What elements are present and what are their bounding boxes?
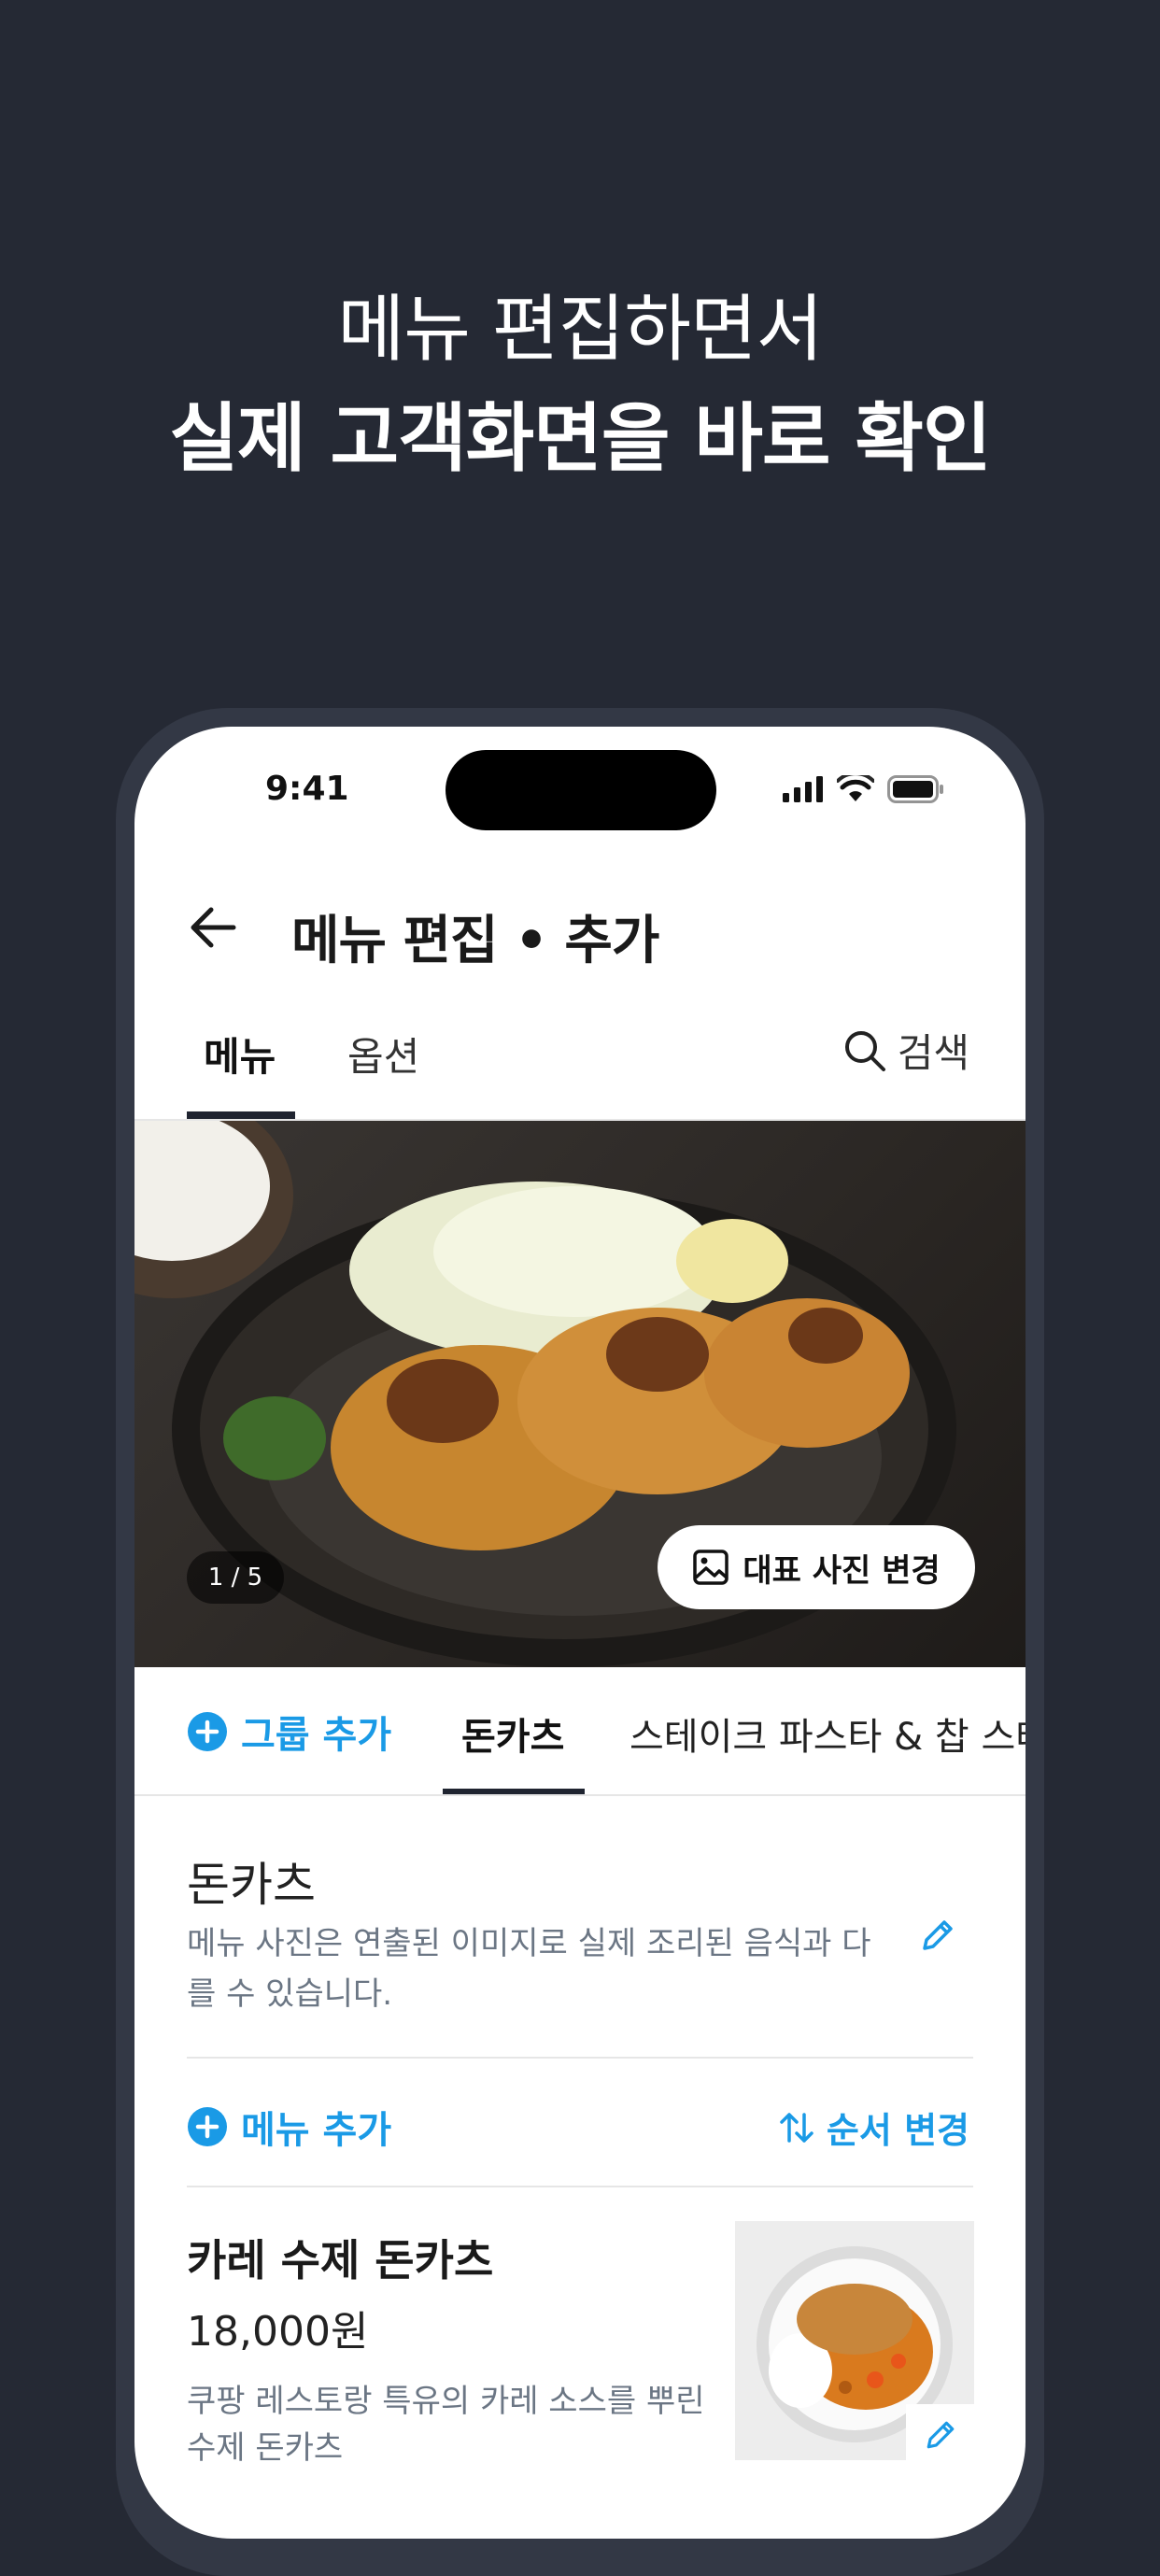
add-menu-button[interactable]: 메뉴 추가 — [187, 2100, 391, 2154]
sort-arrows-icon — [780, 2112, 813, 2143]
group-tab-steak-pasta[interactable]: 스테이크 파스타 & 찹 스테이크 — [630, 1706, 1026, 1761]
phone-screen: 9:41 메뉴 편집 • 추가 메뉴 옵션 검색 1 / 5 대표 사진 변경 … — [134, 727, 1026, 2539]
search-label: 검색 — [897, 1030, 969, 1076]
photo-counter: 1 / 5 — [187, 1551, 284, 1604]
group-tabs: 그룹 추가 돈카츠 스테이크 파스타 & 찹 스테이크 — [134, 1667, 1026, 1796]
active-group-indicator — [443, 1789, 585, 1794]
group-tab-donkatsu[interactable]: 돈카츠 — [461, 1706, 564, 1761]
change-photo-label: 대표 사진 변경 — [743, 1551, 941, 1590]
page-title: 메뉴 편집 • 추가 — [291, 911, 659, 971]
divider — [187, 2186, 973, 2187]
menu-item-description: 쿠팡 레스토랑 특유의 카레 소스를 뿌린 수제 돈카츠 — [187, 2383, 705, 2467]
active-tab-indicator — [187, 1111, 295, 1119]
search-button[interactable]: 검색 — [843, 1022, 969, 1079]
add-group-label: 그룹 추가 — [241, 1714, 392, 1757]
headline-line1: 메뉴 편집하면서 — [337, 288, 823, 372]
hero-photo[interactable]: 1 / 5 대표 사진 변경 — [134, 1121, 1026, 1667]
tab-bar: 메뉴 옵션 검색 — [134, 998, 1026, 1121]
section-title: 돈카츠 — [187, 1858, 316, 1912]
nav-bar: 메뉴 편집 • 추가 — [134, 876, 1026, 979]
plus-circle-icon — [188, 2107, 227, 2146]
headline-line2: 실제 고객화면을 바로 확인 — [169, 395, 991, 482]
status-icons — [783, 775, 945, 803]
pencil-icon[interactable] — [917, 1915, 958, 1956]
reorder-button[interactable]: 순서 변경 — [778, 2102, 969, 2153]
wifi-icon — [837, 775, 874, 801]
menu-item-name[interactable]: 카레 수제 돈카츠 — [187, 2227, 493, 2288]
thumbnail-edit-button[interactable] — [906, 2404, 975, 2466]
battery-icon — [887, 775, 943, 803]
add-menu-label: 메뉴 추가 — [241, 2109, 392, 2152]
signal-icon — [783, 776, 823, 802]
section-description: 메뉴 사진은 연출된 이미지로 실제 조리된 음식과 다를 수 있습니다. — [187, 1925, 871, 2013]
reorder-label: 순서 변경 — [826, 2110, 969, 2151]
divider — [187, 2057, 973, 2059]
arrow-left-icon[interactable] — [187, 904, 239, 951]
status-time: 9:41 — [265, 770, 349, 808]
change-photo-button[interactable]: 대표 사진 변경 — [658, 1525, 975, 1609]
tab-menu[interactable]: 메뉴 — [204, 1026, 276, 1083]
add-group-button[interactable]: 그룹 추가 — [187, 1705, 391, 1759]
tab-option[interactable]: 옵션 — [347, 1026, 419, 1083]
pencil-icon — [927, 2421, 955, 2449]
menu-item-price: 18,000원 — [187, 2308, 369, 2356]
image-icon — [693, 1550, 729, 1585]
search-icon — [844, 1030, 885, 1071]
dynamic-island — [446, 750, 716, 830]
plus-circle-icon — [188, 1712, 227, 1751]
